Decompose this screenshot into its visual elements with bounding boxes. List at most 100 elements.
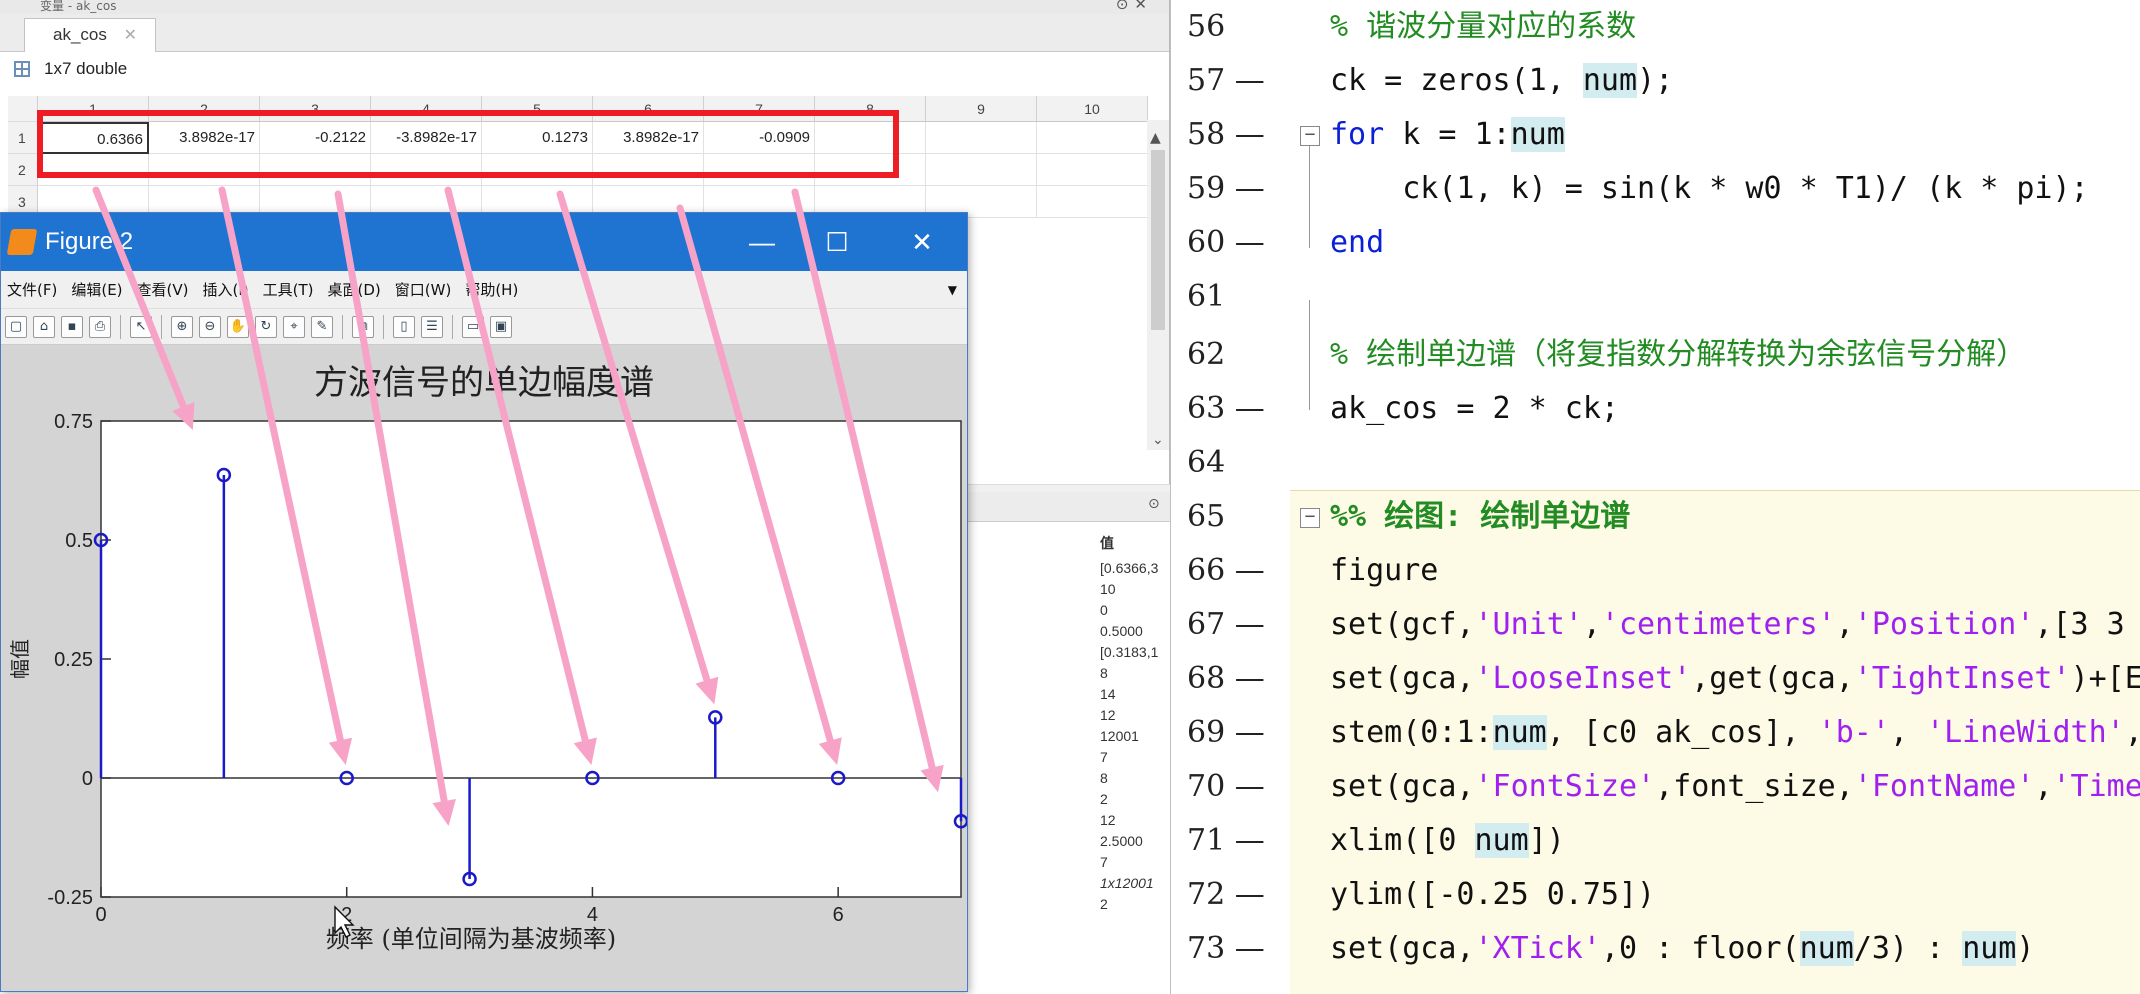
panel-buttons[interactable]: ⊙✕ <box>1116 0 1153 12</box>
y-tick-label: 0.25 <box>54 649 93 671</box>
tab-ak-cos[interactable]: ak_cos ✕ <box>24 18 156 52</box>
code-token-variable: num <box>1582 63 1638 98</box>
data-cursor-icon[interactable]: ⌖ <box>283 315 305 338</box>
workspace-value[interactable]: 7 <box>1100 746 1170 767</box>
workspace-value[interactable]: 1x12001 <box>1100 872 1170 893</box>
workspace-value[interactable]: 14 <box>1100 683 1170 704</box>
line-number: 70 — <box>1187 769 1265 804</box>
menu-view[interactable]: 查看(V) <box>137 271 189 308</box>
minimize-button[interactable]: — <box>727 213 797 271</box>
toolbar-separator <box>452 314 453 339</box>
workspace-value[interactable]: [0.6366,3 <box>1100 557 1170 578</box>
menu-help[interactable]: 帮助(H) <box>465 271 518 308</box>
panel-menu-icon[interactable]: ⊙ <box>1148 496 1160 512</box>
show-tools-icon[interactable]: ▣ <box>490 315 512 338</box>
code-editor[interactable]: % 谐波分量对应的系数 ck = zeros(1, num); for k = … <box>1290 0 2140 994</box>
workspace-value[interactable]: 10 <box>1100 578 1170 599</box>
grid-cell[interactable] <box>926 154 1037 186</box>
scrollbar-thumb[interactable] <box>1151 150 1165 330</box>
menu-insert[interactable]: 插入(I) <box>203 271 249 308</box>
menu-edit[interactable]: 编辑(E) <box>71 271 122 308</box>
figure-titlebar[interactable]: Figure 2 — ☐ ✕ <box>1 213 967 271</box>
grid-cell[interactable] <box>926 122 1037 154</box>
workspace-value[interactable]: 7 <box>1100 851 1170 872</box>
cell-marker: %% <box>1330 499 1367 534</box>
row-header[interactable]: 1 <box>8 122 38 154</box>
code-line-62[interactable]: % 绘制单边谱（将复指数分解转换为余弦信号分解） <box>1330 328 2026 382</box>
edit-plot-icon[interactable]: ↖ <box>130 315 152 338</box>
menu-tools[interactable]: 工具(T) <box>263 271 314 308</box>
code-line-58[interactable]: for k = 1:num <box>1330 108 1565 162</box>
menu-desktop[interactable]: 桌面(D) <box>328 271 381 308</box>
code-line-65[interactable]: %% 绘图: 绘制单边谱 <box>1330 490 1630 544</box>
fold-toggle-icon[interactable]: − <box>1300 508 1320 528</box>
grid-cell[interactable] <box>1037 122 1148 154</box>
workspace-value[interactable]: 12 <box>1100 704 1170 725</box>
zoom-in-icon[interactable]: ⊕ <box>171 315 193 338</box>
legend-icon[interactable]: ☰ <box>421 315 443 338</box>
code-line-71[interactable]: xlim([0 num]) <box>1330 814 1565 868</box>
stem-plot[interactable]: -0.2500.250.50.750 2 4 6频率 (单位间隔为基波频率)幅值 <box>1 345 967 991</box>
save-icon[interactable]: ▪ <box>61 315 83 338</box>
code-line-63[interactable]: ak_cos = 2 * ck; <box>1330 382 1619 436</box>
workspace-value[interactable]: 2 <box>1100 893 1170 914</box>
column-header[interactable]: 9 <box>926 96 1037 122</box>
figure-canvas[interactable]: 方波信号的单边幅度谱 -0.25 0 0.25 0.5 0.75 0 2 4 6 频率 (单位间隔… <box>1 345 967 991</box>
line-number: 65 <box>1187 499 1226 534</box>
toolbar-expand-icon[interactable]: ▼ <box>948 271 957 308</box>
code-line-68[interactable]: set(gca,'LooseInset',get(gca,'TightInset… <box>1330 652 2140 706</box>
hide-tools-icon[interactable]: ▭ <box>462 315 484 338</box>
workspace-value[interactable]: [0.3183,1 <box>1100 641 1170 662</box>
link-plot-icon[interactable]: ⧉ <box>352 315 374 338</box>
menu-window[interactable]: 窗口(W) <box>395 271 452 308</box>
colorbar-icon[interactable]: ▯ <box>393 315 415 338</box>
close-button[interactable]: ✕ <box>887 213 957 271</box>
code-line-66[interactable]: figure <box>1330 544 1438 598</box>
row-header[interactable]: 2 <box>8 154 38 186</box>
code-line-56[interactable]: % 谐波分量对应的系数 <box>1330 0 1636 54</box>
code-line-67[interactable]: set(gcf,'Unit','centimeters','Position',… <box>1330 598 2125 652</box>
workspace-value[interactable]: 12001 <box>1100 725 1170 746</box>
red-highlight-box <box>37 110 899 178</box>
x-axis-label: 频率 (单位间隔为基波频率) <box>326 925 616 953</box>
code-line-69[interactable]: stem(0:1:num, [c0 ak_cos], 'b-', 'LineWi… <box>1330 706 2140 760</box>
code-token: )+[E <box>2070 661 2140 696</box>
new-figure-icon[interactable]: ▢ <box>5 315 27 338</box>
figure-window[interactable]: Figure 2 — ☐ ✕ 文件(F) 编辑(E) 查看(V) 插入(I) 工… <box>0 212 968 992</box>
scroll-up-arrow-icon[interactable]: ▲ <box>1150 130 1161 146</box>
workspace-value[interactable]: 0.5000 <box>1100 620 1170 641</box>
code-keyword: for <box>1330 117 1385 152</box>
workspace-value[interactable]: 0 <box>1100 599 1170 620</box>
workspace-value[interactable]: 2 <box>1100 788 1170 809</box>
code-token-variable: num <box>1962 931 2017 966</box>
column-header[interactable]: 10 <box>1037 96 1148 122</box>
workspace-value[interactable]: 8 <box>1100 767 1170 788</box>
zoom-out-icon[interactable]: ⊖ <box>199 315 221 338</box>
grid-cell[interactable] <box>1037 186 1148 218</box>
code-line-59[interactable]: ck(1, k) = sin(k * w0 * T1)/ (k * pi); <box>1330 162 2088 216</box>
fold-toggle-icon[interactable]: − <box>1300 126 1320 146</box>
scroll-down-arrow-icon[interactable]: ⌄ <box>1152 432 1164 448</box>
workspace-value[interactable]: 8 <box>1100 662 1170 683</box>
code-token: k = 1: <box>1384 117 1511 152</box>
grid-cell[interactable] <box>1037 154 1148 186</box>
workspace-value[interactable]: 2.5000 <box>1100 830 1170 851</box>
vertical-scrollbar[interactable] <box>1147 120 1169 450</box>
code-line-60[interactable]: end <box>1330 216 1384 270</box>
pan-icon[interactable]: ✋ <box>227 315 249 338</box>
menu-file[interactable]: 文件(F) <box>7 271 57 308</box>
code-line-72[interactable]: ylim([-0.25 0.75]) <box>1330 868 1655 922</box>
line-number: 60 — <box>1187 225 1265 260</box>
maximize-button[interactable]: ☐ <box>802 213 872 271</box>
close-tab-icon[interactable]: ✕ <box>124 27 137 44</box>
rotate-icon[interactable]: ↻ <box>255 315 277 338</box>
code-line-70[interactable]: set(gca,'FontSize',font_size,'FontName',… <box>1330 760 2140 814</box>
code-line-57[interactable]: ck = zeros(1, num); <box>1330 54 1673 108</box>
open-file-icon[interactable]: ⌂ <box>33 315 55 338</box>
value-column-header: 值 <box>1100 535 1114 551</box>
print-icon[interactable]: ⎙ <box>89 315 111 338</box>
brush-icon[interactable]: ✎ <box>311 315 333 338</box>
workspace-value[interactable]: 12 <box>1100 809 1170 830</box>
code-line-73[interactable]: set(gca,'XTick',0 : floor(num/3) : num) <box>1330 922 2034 976</box>
code-string: 'Time <box>2052 769 2140 804</box>
